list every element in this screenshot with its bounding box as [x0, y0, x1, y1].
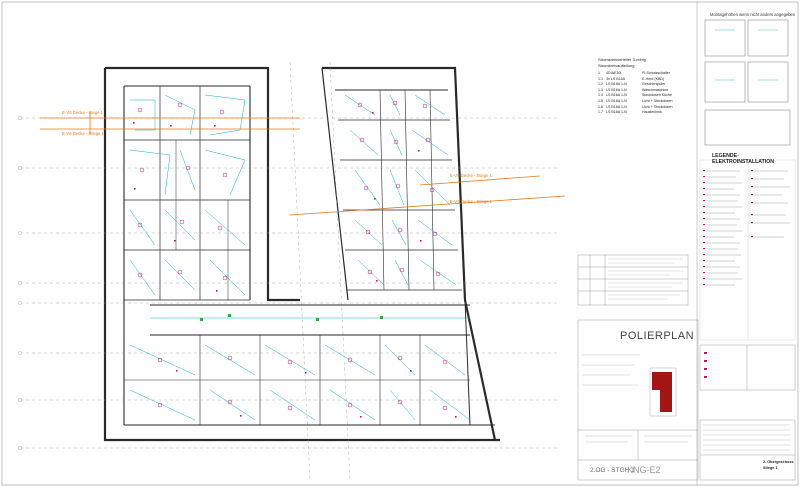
detail-drawings [704, 19, 791, 146]
grid-markers [18, 115, 23, 451]
circuit-code: LS B16A 1-N [606, 110, 627, 115]
drawing-title: POLIERPLAN [620, 330, 695, 342]
sheet-border [1, 1, 799, 486]
circuit-code: 3x LS B16A [606, 76, 625, 81]
floor-plan-sheet [1, 1, 799, 486]
title-block [577, 319, 796, 481]
annotation-orange-1: E-VS Decke - Stege 1 [62, 110, 103, 115]
title-block-text-lines [582, 354, 790, 451]
annotation-orange-2: E-VS Decke - Stiege 1 [62, 131, 104, 136]
circuit-no: 1.4 [598, 93, 603, 98]
red-legend-markers [704, 352, 707, 378]
detail-heading: Montagehöhen wenn nicht anders angegeben [710, 12, 796, 17]
sheet-floor-label: 2. Obergeschoss [763, 460, 794, 464]
electrical-fixtures [137, 100, 448, 411]
circuit-list-subheading: Stromkreisaufteilung [598, 63, 635, 68]
key-plan [649, 367, 677, 417]
legend-text-lines [707, 170, 790, 286]
circuit-desc: FI-Schutzschalter [642, 71, 670, 75]
circuit-desc: Licht + Steckdosen [642, 99, 673, 103]
circuit-desc: Geschirrspüler [642, 82, 666, 87]
circuit-code: LS B16A 1-N [606, 82, 627, 87]
socket-markers [133, 112, 457, 418]
building-corridor [123, 304, 495, 426]
legend-entries [703, 170, 753, 286]
circuit-no: 1 [598, 71, 600, 75]
circuit-no: 1.3 [598, 87, 603, 92]
circuit-no: 1.1 [598, 76, 603, 81]
circuit-desc: Licht + Steckdosen [642, 104, 673, 109]
circuit-list-heading: Stromkreisverteiler 3-reihig [598, 57, 646, 62]
circuit-desc: E-Herd (KBD) [642, 76, 665, 81]
circuit-no: 1.5 [598, 99, 603, 103]
emergency-light-markers [200, 314, 383, 321]
annotation-orange-3: E-VS Decke - Stiege 1 [450, 173, 492, 178]
circuit-code: LS B16A 1-N [606, 87, 627, 92]
circuit-code: LS B16A 1-N [606, 99, 627, 103]
notes-table [577, 254, 689, 306]
cable-routes [129, 94, 471, 421]
circuit-desc: Waschmaschine [642, 87, 669, 92]
building-right-wing [321, 66, 497, 441]
circuit-no: 1.2 [598, 82, 603, 87]
circuit-desc: Steckdosen Küche [642, 93, 672, 98]
circuit-no: 1.7 [598, 110, 603, 115]
sheet-stiege-label: Stiege 1 [763, 466, 778, 470]
grid-lines [20, 61, 560, 481]
circuit-code: LS B16A 1-N [606, 104, 627, 109]
circuit-desc: Haustechnik [642, 110, 662, 115]
circuit-code: 4DIAE30L [606, 71, 623, 75]
circuit-code: LS B16A 1-N [606, 93, 627, 98]
building-left-wing [103, 66, 500, 442]
circuit-no: 1.6 [598, 104, 603, 109]
annotation-orange-4: E-VS Decke - Stiege 1 [450, 199, 492, 204]
legend-title: LEGENDE-ELEKTROINSTALLATION [712, 153, 775, 165]
drawing-strip-code: KNG-E2 [627, 465, 661, 475]
